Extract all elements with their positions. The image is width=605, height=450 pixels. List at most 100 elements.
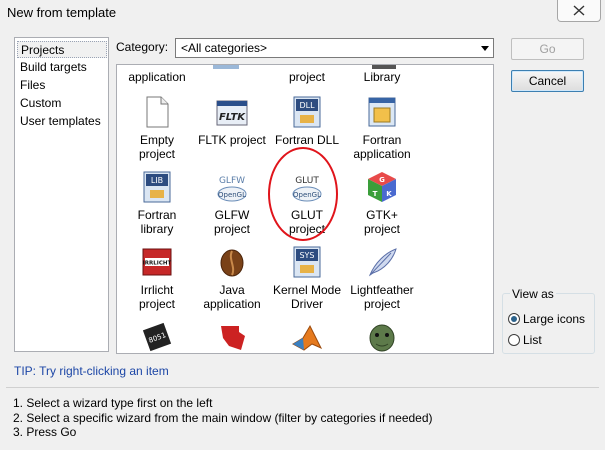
wizard-type-list[interactable]: Projects Build targets Files Custom User… [14,37,109,352]
template-label: Java [219,283,245,297]
template-label: Lightfeather [350,283,414,297]
java-bean-icon [215,245,249,279]
instructions: 1. Select a wizard type first on the lef… [13,396,433,440]
partial-row-label: application [128,70,186,84]
template-grid[interactable]: application project Library Empty project… [116,64,494,354]
ti-logo-icon [215,320,249,353]
template-ogre-project[interactable] [344,320,420,353]
template-label: Kernel Mode [272,283,342,297]
glfw-opengl-icon: GLFW OpenGL [215,170,249,204]
lib-icon: LIB [140,170,174,204]
category-label: Category: [116,40,169,54]
opengl-text: OpenGL [293,191,321,199]
empty-file-icon [140,95,174,129]
template-label: project [363,297,401,311]
window-title: New from template [7,5,117,20]
template-fortran-library[interactable]: LIB Fortran library [119,170,195,236]
template-lightfeather-project[interactable]: Lightfeather project [344,245,420,311]
wizard-type-custom[interactable]: Custom [20,95,61,112]
view-list-label: List [523,333,542,347]
dll-icon: DLL [290,95,324,129]
template-ti-project[interactable] [194,320,270,353]
template-label: project [213,222,251,236]
template-8051-project[interactable]: 8051 [119,320,195,353]
template-label: GLUT [290,208,323,222]
template-label: project [363,222,401,236]
fltk-icon-text: FLTK [219,112,246,123]
opengl-text: OpenGL [218,191,246,199]
feather-icon [365,245,399,279]
template-label: Fortran [137,208,177,222]
glut-opengl-icon: GLUT OpenGL [290,170,324,204]
template-label: Driver [291,297,323,311]
chip-8051-icon: 8051 [140,320,174,353]
template-glut-project[interactable]: GLUT OpenGL GLUT project [269,170,345,236]
template-kernel-mode-driver[interactable]: SYS Kernel Mode Driver [269,245,345,311]
irrlicht-icon-text: IRRLICHT [143,261,172,267]
partial-row-label: project [288,70,326,84]
partial-icon [213,65,239,69]
template-matlab-project[interactable] [269,320,345,353]
glut-icon-text: GLUT [295,176,319,186]
go-button[interactable]: Go [511,38,584,60]
template-fortran-dll[interactable]: DLL Fortran DLL [269,95,345,147]
template-label: Irrlicht [140,283,174,297]
template-label: Fortran [362,133,402,147]
template-label: project [138,147,176,161]
chevron-down-icon [481,46,489,51]
template-label: project [138,297,176,311]
template-label: Empty [139,133,174,147]
template-label: GLFW [214,208,250,222]
title-bar: New from template [0,0,605,28]
gtk-g-text: G [379,176,385,184]
template-empty-project[interactable]: Empty project [119,95,195,161]
instruction-step: 1. Select a wizard type first on the lef… [13,396,213,410]
gtk-cube-icon: GTK [365,170,399,204]
instruction-step: 3. Press Go [13,425,77,439]
ogre-head-icon [365,320,399,353]
template-gtk-project[interactable]: GTK GTK+ project [344,170,420,236]
template-label: GTK+ [366,208,398,222]
partial-row-label: Library [363,70,401,84]
view-list-option[interactable]: List [508,332,542,348]
glfw-icon-text: GLFW [219,176,245,186]
wizard-type-user-templates[interactable]: User templates [20,113,101,130]
radio-unselected-icon[interactable] [508,334,520,346]
cancel-button[interactable]: Cancel [511,70,584,92]
template-label: project [288,222,326,236]
category-dropdown-value: <All categories> [181,41,268,55]
close-button[interactable] [557,0,601,22]
tip-text: TIP: Try right-clicking an item [14,364,169,378]
irrlicht-icon: IRRLICHT [140,245,174,279]
matlab-icon [290,320,324,353]
lib-icon-text: LIB [151,176,163,185]
view-large-icons-option[interactable]: Large icons [508,311,585,327]
view-as-title: View as [510,287,556,301]
fltk-icon: FLTK [215,95,249,129]
template-label: library [140,222,174,236]
template-glfw-project[interactable]: GLFW OpenGL GLFW project [194,170,270,236]
category-dropdown[interactable]: <All categories> [175,38,494,58]
view-large-icons-label: Large icons [523,312,586,326]
gtk-k-text: K [386,190,392,198]
wizard-type-build-targets[interactable]: Build targets [20,59,87,76]
sys-icon-text: SYS [299,251,314,260]
wizard-type-files[interactable]: Files [20,77,45,94]
template-label: FLTK project [198,133,266,147]
instruction-step: 2. Select a specific wizard from the mai… [13,410,433,425]
template-label: application [203,297,261,311]
template-fltk-project[interactable]: FLTK FLTK project [194,95,270,147]
template-irrlicht-project[interactable]: IRRLICHT Irrlicht project [119,245,195,311]
template-fortran-application[interactable]: Fortran application [344,95,420,161]
template-label: application [353,147,411,161]
gtk-t-text: T [373,190,378,198]
template-java-application[interactable]: Java application [194,245,270,311]
sys-driver-icon: SYS [290,245,324,279]
wizard-type-projects[interactable]: Projects [17,41,107,58]
divider [6,387,599,388]
partial-icon [372,65,396,69]
radio-selected-icon[interactable] [508,313,520,325]
dll-icon-text: DLL [299,101,315,110]
template-label: Fortran DLL [274,133,340,147]
fortran-app-icon [365,95,399,129]
